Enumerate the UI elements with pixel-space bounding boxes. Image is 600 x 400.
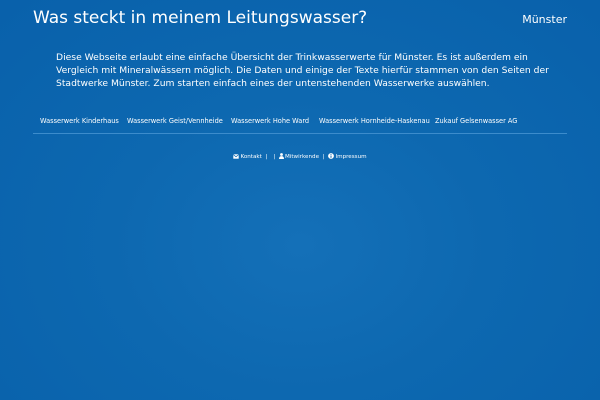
waterworks-nav: Wasserwerk Kinderhaus Wasserwerk Geist/V… — [33, 117, 567, 134]
nav-item-hohe-ward[interactable]: Wasserwerk Hohe Ward — [231, 117, 309, 125]
footer: Kontakt | | Mitwirkende | Impressum — [0, 153, 600, 160]
user-icon — [278, 153, 284, 159]
contributors-label: Mitwirkende — [284, 153, 320, 160]
header: Was steckt in meinem Leitungswasser? Mün… — [0, 0, 600, 40]
intro-text: Diese Webseite erlaubt eine einfache Übe… — [56, 51, 556, 90]
imprint-link[interactable]: Impressum — [328, 153, 367, 160]
page-title[interactable]: Was steckt in meinem Leitungswasser? — [33, 8, 367, 28]
imprint-label: Impressum — [335, 153, 367, 160]
nav-item-hornheide-haskenau[interactable]: Wasserwerk Hornheide-Haskenau — [319, 117, 430, 125]
footer-separator: | — [273, 153, 276, 160]
footer-separator: | — [322, 153, 325, 160]
contact-label: Kontakt — [240, 153, 262, 160]
nav-item-gelsenwasser[interactable]: Zukauf Gelsenwasser AG — [435, 117, 517, 125]
nav-item-kinderhaus[interactable]: Wasserwerk Kinderhaus — [40, 117, 119, 125]
city-link[interactable]: Münster — [522, 13, 567, 26]
footer-separator: | — [265, 153, 268, 160]
contact-link[interactable]: Kontakt — [233, 154, 263, 160]
intro-paragraph: Diese Webseite erlaubt eine einfache Übe… — [56, 52, 549, 89]
nav-item-geist-vennheide[interactable]: Wasserwerk Geist/Vennheide — [127, 117, 223, 125]
envelope-icon — [233, 153, 240, 159]
contributors-link[interactable]: Mitwirkende — [278, 153, 321, 160]
info-circle-icon — [328, 153, 335, 159]
